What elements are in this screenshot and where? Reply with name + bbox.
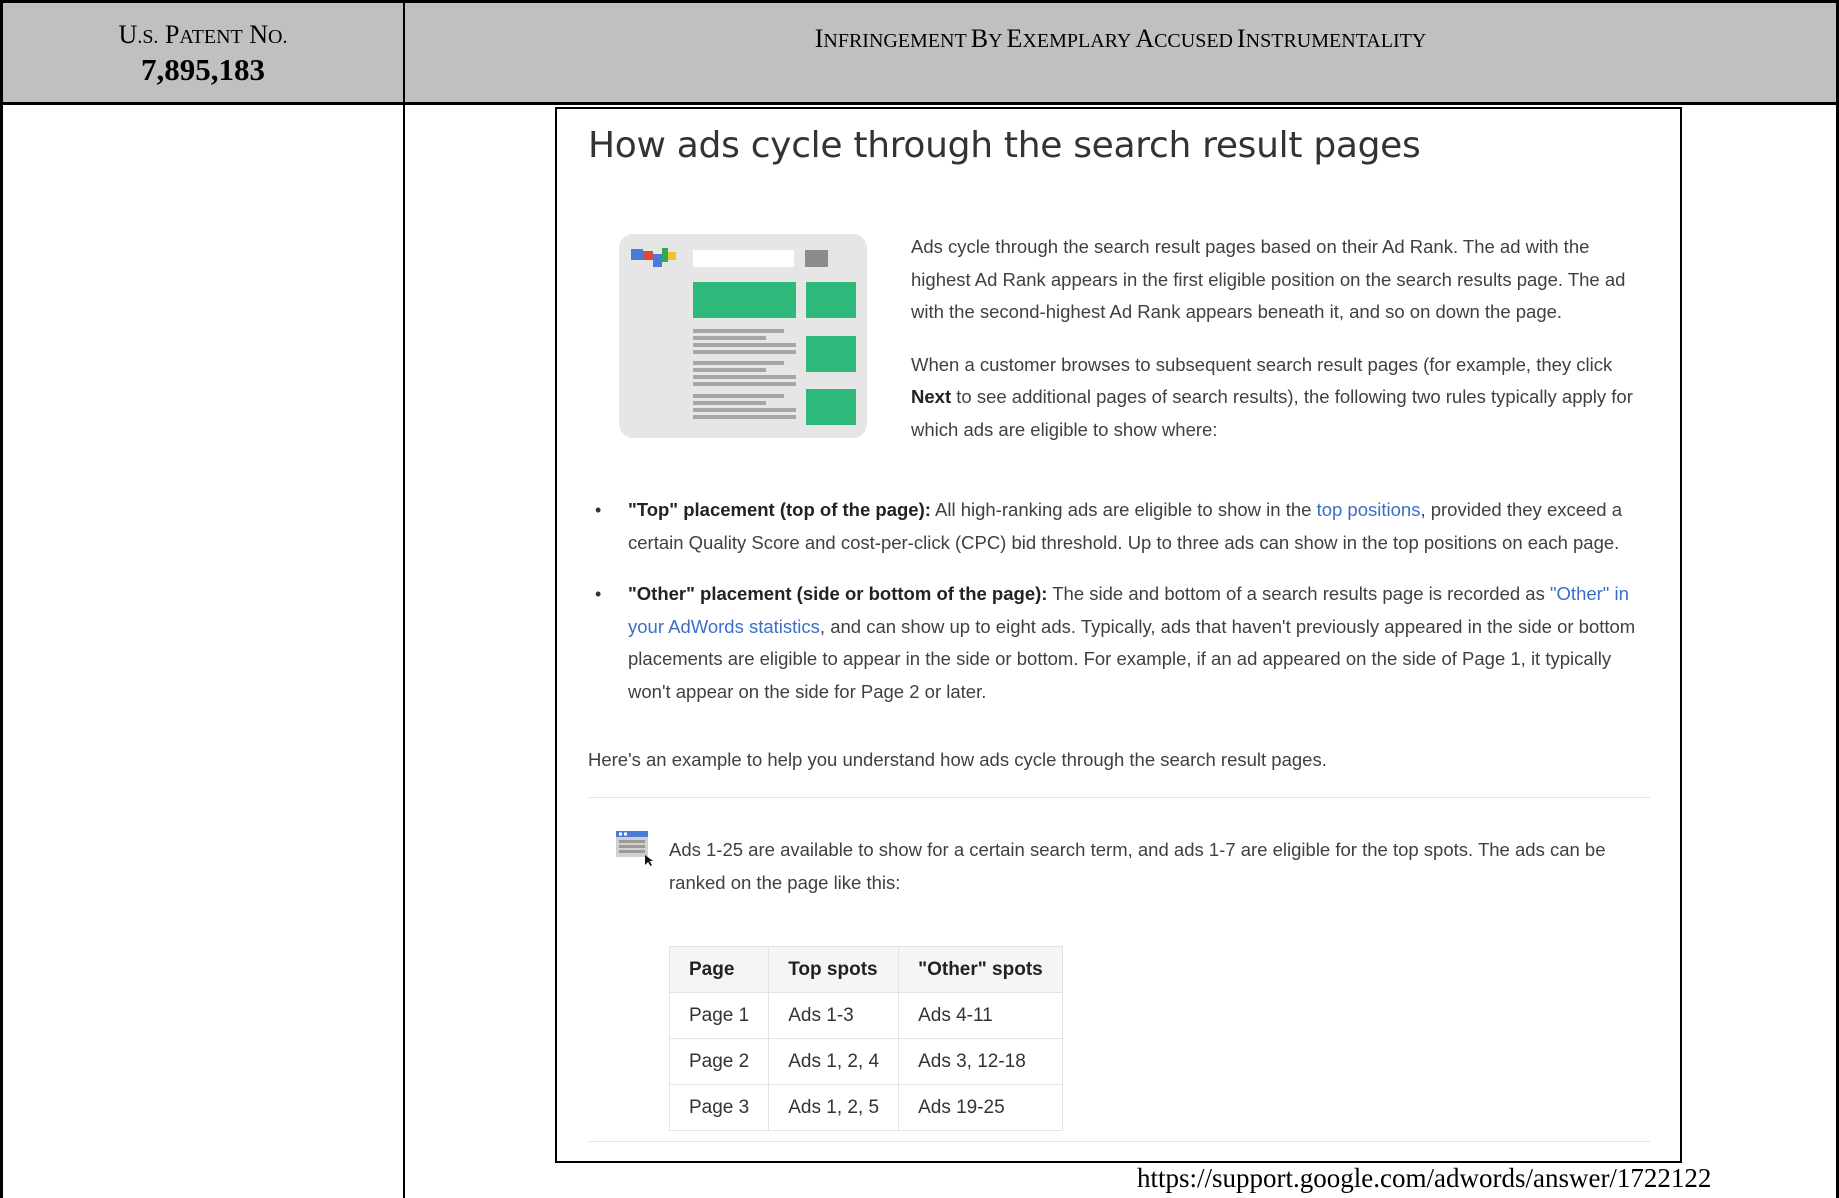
search-button-shape [805, 250, 828, 267]
bullet-text: All high-ranking ads are eligible to sho… [930, 499, 1317, 520]
divider [588, 797, 1650, 798]
table-header-row: Page Top spots "Other" spots [668, 946, 1063, 993]
table-row: Page 2 Ads 1, 2, 4 Ads 3, 12-18 [668, 1038, 1063, 1085]
result-line [693, 343, 796, 347]
table-row: Page 3 Ads 1, 2, 5 Ads 19-25 [668, 1084, 1063, 1131]
result-line [693, 415, 796, 419]
result-line [693, 394, 784, 398]
search-box-shape [693, 250, 794, 267]
list-item: • "Top" placement (top of the page): All… [595, 494, 1655, 559]
table-cell: Page 2 [668, 1038, 770, 1085]
intro-paragraph-2: When a customer browses to subsequent se… [911, 349, 1636, 447]
infringement-header: INFRINGEMENT BY EXEMPLARY ACCUSED INSTRU… [405, 24, 1836, 54]
next-keyword: Next [911, 386, 952, 407]
bullet-heading: "Other" placement (side or bottom of the… [628, 583, 1048, 604]
result-line [693, 408, 796, 412]
example-callout: Ads 1-25 are available to show for a cer… [669, 839, 1606, 893]
table-cell: Ads 4-11 [898, 992, 1063, 1039]
patent-number: 7,895,183 [141, 52, 265, 87]
side-ad-shape-2 [806, 336, 856, 372]
result-line [693, 368, 766, 372]
logo-block-blue-2 [653, 254, 662, 267]
table-cell: Ads 1, 2, 5 [768, 1084, 900, 1131]
column-header: "Other" spots [898, 946, 1063, 993]
claim-chart-page: U.S. PATENT NO. 7,895,183 INFRINGEMENT B… [0, 0, 1839, 1198]
patent-label: U.S. PATENT NO. [119, 20, 288, 49]
result-line [693, 361, 784, 365]
table-cell: Ads 3, 12-18 [898, 1038, 1063, 1085]
search-results-illustration [619, 234, 867, 438]
article-title: How ads cycle through the search result … [588, 125, 1421, 166]
example-intro: Here's an example to help you understand… [588, 749, 1327, 770]
bullet-dot: • [595, 500, 602, 520]
logo-block-red [643, 251, 653, 260]
side-ad-shape-1 [806, 282, 856, 318]
logo-block-blue [631, 249, 643, 260]
intro-p2-end: to see additional pages of search result… [911, 386, 1633, 440]
table-cell: Ads 1-3 [768, 992, 900, 1039]
column-divider [403, 0, 405, 1198]
table-left-border [0, 0, 3, 1198]
result-line [693, 329, 784, 333]
ads-ranking-table: Page Top spots "Other" spots Page 1 Ads … [668, 946, 1063, 1131]
bullet-heading: "Top" placement (top of the page): [628, 499, 931, 520]
table-cell: Ads 19-25 [898, 1084, 1063, 1131]
bullet-dot: • [595, 584, 602, 604]
result-line [693, 375, 796, 379]
intro-p2-start: When a customer browses to subsequent se… [911, 353, 1613, 375]
divider [588, 1141, 1650, 1142]
intro-paragraph-1: Ads cycle through the search result page… [911, 236, 1626, 322]
column-header: Page [668, 946, 770, 993]
table-cell: Ads 1, 2, 4 [768, 1038, 900, 1085]
table-top-border [0, 0, 1839, 3]
table-cell: Page 3 [668, 1084, 770, 1131]
patent-number-header: U.S. PATENT NO. 7,895,183 [3, 20, 403, 88]
top-ad-shape [693, 282, 796, 318]
intro-text: Ads cycle through the search result page… [911, 231, 1636, 466]
result-line [693, 350, 796, 354]
result-line [693, 401, 766, 405]
support-page-screenshot: How ads cycle through the search result … [555, 107, 1682, 1163]
list-item: • "Other" placement (side or bottom of t… [595, 578, 1655, 708]
infringement-header-text: INFRINGEMENT BY EXEMPLARY ACCUSED INSTRU… [814, 24, 1427, 53]
bullet-text: The side and bottom of a search results … [1047, 583, 1550, 604]
example-icon [616, 831, 653, 866]
source-url: https://support.google.com/adwords/answe… [1137, 1163, 1712, 1193]
result-line [693, 336, 766, 340]
header-bottom-border [0, 102, 1839, 105]
column-header: Top spots [768, 946, 900, 993]
table-cell: Page 1 [668, 992, 770, 1039]
logo-block-yellow [668, 252, 676, 260]
result-line [693, 382, 796, 386]
side-ad-shape-3 [806, 389, 856, 425]
patent-label-text: U.S. PATENT NO. [118, 20, 288, 49]
table-row: Page 1 Ads 1-3 Ads 4-11 [668, 992, 1063, 1039]
top-positions-link[interactable]: top positions [1317, 499, 1421, 520]
placement-rules-list: • "Top" placement (top of the page): All… [595, 494, 1655, 727]
